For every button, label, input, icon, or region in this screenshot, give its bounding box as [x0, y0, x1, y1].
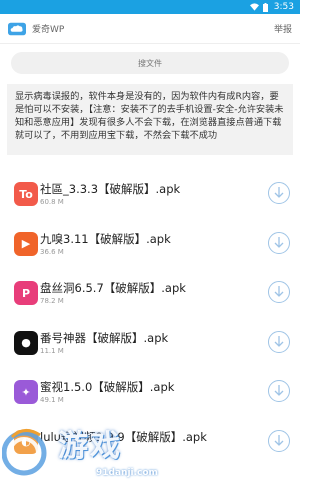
cloud-logo-icon — [8, 22, 26, 35]
file-size: 78.2 M — [40, 297, 64, 305]
app-bar: 爱奇WP 举报 — [0, 14, 300, 44]
wifi-icon — [249, 3, 259, 11]
status-time: 3:53 — [273, 2, 294, 12]
app-title: 爱奇WP — [32, 25, 65, 35]
file-name: 九嗅3.11【破解版】.apk — [40, 231, 171, 246]
file-item[interactable]: To 社區_3.3.3【破解版】.apk 60.8 M — [0, 170, 300, 220]
status-bar: 3:53 — [0, 0, 300, 14]
file-name: 社區_3.3.3【破解版】.apk — [40, 182, 181, 196]
file-item[interactable]: ▶ 九嗅3.11【破解版】.apk 36.6 M — [0, 220, 300, 270]
download-icon[interactable] — [268, 429, 290, 452]
watermark-url: 91danji.com — [96, 468, 158, 478]
report-button[interactable]: 举报 — [274, 22, 292, 35]
file-size: 11.1 M — [40, 346, 64, 355]
app-icon-unicorn: ✦ — [14, 380, 38, 404]
file-size: 49.1 M — [40, 396, 64, 404]
battery-icon — [262, 2, 268, 12]
watermark-logo-icon — [2, 429, 47, 476]
notice-text: 显示病毒误报的，软件本身是没有的，因为软件内有成R内容，要是怕可以不安装，【注意… — [7, 84, 293, 155]
app-icon-record: ● — [14, 330, 38, 355]
watermark-text: 游戏 — [58, 429, 122, 464]
file-name: 盘丝洞6.5.7【破解版】.apk — [40, 281, 186, 295]
file-name: 蜜视1.5.0【破解版】.apk — [40, 380, 175, 394]
app-icon-p: P — [14, 281, 38, 305]
site-watermark: 游戏 91danji.com — [0, 423, 180, 481]
download-icon[interactable] — [268, 231, 290, 254]
status-icons — [249, 2, 268, 12]
download-icon[interactable] — [268, 380, 290, 402]
download-icon[interactable] — [268, 182, 290, 204]
download-icon[interactable] — [268, 281, 290, 303]
file-size: 36.6 M — [40, 247, 64, 256]
search-files-button[interactable]: 搜文件 — [11, 52, 289, 74]
file-size: 60.8 M — [40, 198, 64, 206]
download-icon[interactable] — [268, 330, 290, 353]
file-item[interactable]: ✦ 蜜视1.5.0【破解版】.apk 49.1 M — [0, 368, 300, 418]
app-icon-to: To — [14, 182, 38, 206]
app-icon-play: ▶ — [14, 231, 38, 256]
file-name: 番号神器【破解版】.apk — [40, 330, 169, 345]
file-item[interactable]: ● 番号神器【破解版】.apk 11.1 M — [0, 319, 300, 369]
file-item[interactable]: P 盘丝洞6.5.7【破解版】.apk 78.2 M — [0, 269, 300, 319]
